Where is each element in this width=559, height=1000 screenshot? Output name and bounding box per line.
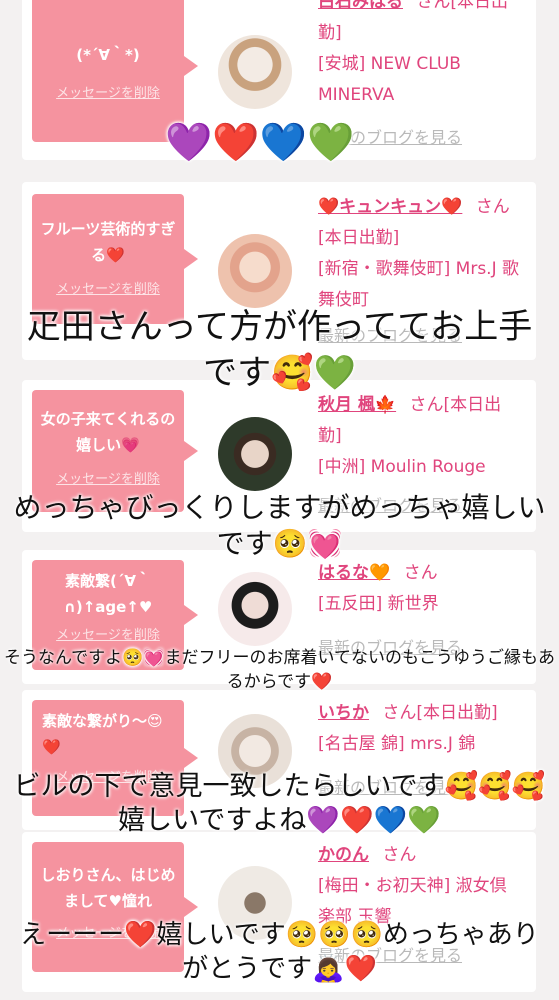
profile-suffix: さん <box>382 845 417 865</box>
profile-area: [安城] NEW CLUB MINERVA <box>318 54 461 105</box>
profile-area: [五反田] 新世界 <box>318 594 439 614</box>
profile-info: 白石みはる さん[本日出勤] [安城] NEW CLUB MINERVA <box>318 0 523 111</box>
overlay-caption: めっちゃびっくりしますがめっちゃ嬉しいです🥺💓 <box>13 491 546 560</box>
profile-name-link[interactable]: 白石みはる <box>318 0 403 12</box>
message-text: 素敵な繋がり〜😍❤️ <box>42 712 163 756</box>
profile-info: ❤️キュンキュン❤️ さん[本日出勤] [新宿・歌舞伎町] Mrs.J 歌舞伎町 <box>318 192 523 316</box>
avatar[interactable] <box>218 35 292 109</box>
delete-message-link[interactable]: メッセージを削除 <box>32 82 184 101</box>
profile-name-link[interactable]: かのん <box>318 845 369 865</box>
profile-name-link[interactable]: ❤️キュンキュン❤️ <box>318 197 462 217</box>
avatar[interactable] <box>218 234 292 308</box>
overlay-caption: えーーー❤️嬉しいです🥺🥺🥺めっちゃありがとうです🙇‍♀️❤️ <box>20 920 539 984</box>
avatar[interactable] <box>218 417 292 491</box>
delete-message-link[interactable]: メッセージを削除 <box>32 624 184 643</box>
message-text: 素敵繋(´∀｀∩)↑age↑♥ <box>63 572 153 616</box>
profile-info: はるな🧡 さん [五反田] 新世界 <box>318 558 523 620</box>
overlay-caption: 疋田さんって方が作っててお上手です🥰💚 <box>26 307 533 393</box>
delete-message-link[interactable]: メッセージを削除 <box>32 278 184 297</box>
profile-name-link[interactable]: 秋月 楓🍁 <box>318 395 396 415</box>
overlay-caption: ビルの下で意見一致したらしいです🥰🥰🥰嬉しいですよね💜❤️💙💚 <box>13 771 546 836</box>
message-text: (*´∀｀*) <box>76 46 140 64</box>
message-text: 女の子来てくれるの嬉しい💗 <box>40 410 176 454</box>
profile-area: [中洲] Moulin Rouge <box>318 457 486 477</box>
delete-message-link[interactable]: メッセージを削除 <box>32 468 184 487</box>
profile-name-link[interactable]: はるな🧡 <box>318 563 390 583</box>
message-bubble: (*´∀｀*) メッセージを削除 <box>32 0 198 142</box>
message-text: フルーツ芸術的すぎる❤️ <box>40 220 176 264</box>
avatar[interactable] <box>218 572 292 646</box>
profile-suffix: さん[本日出勤] <box>382 703 498 723</box>
profile-area: [新宿・歌舞伎町] Mrs.J 歌舞伎町 <box>318 259 520 310</box>
overlay-caption: そうなんですよ🥺💓まだフリーのお席着いてないのもこうゆうご縁もあるからです❤️ <box>4 648 555 692</box>
profile-area: [名古屋 錦] mrs.J 錦 <box>318 734 476 754</box>
hearts-row-overlay: 💜❤️💙💚 <box>165 120 355 164</box>
profile-info: 秋月 楓🍁 さん[本日出勤] [中洲] Moulin Rouge <box>318 390 523 483</box>
profile-suffix: さん <box>403 563 438 583</box>
profile-name-link[interactable]: いちか <box>318 703 369 723</box>
profile-info: いちか さん[本日出勤] [名古屋 錦] mrs.J 錦 <box>318 698 523 760</box>
message-text: しおりさん、はじめまして♥憧れ <box>40 866 176 910</box>
